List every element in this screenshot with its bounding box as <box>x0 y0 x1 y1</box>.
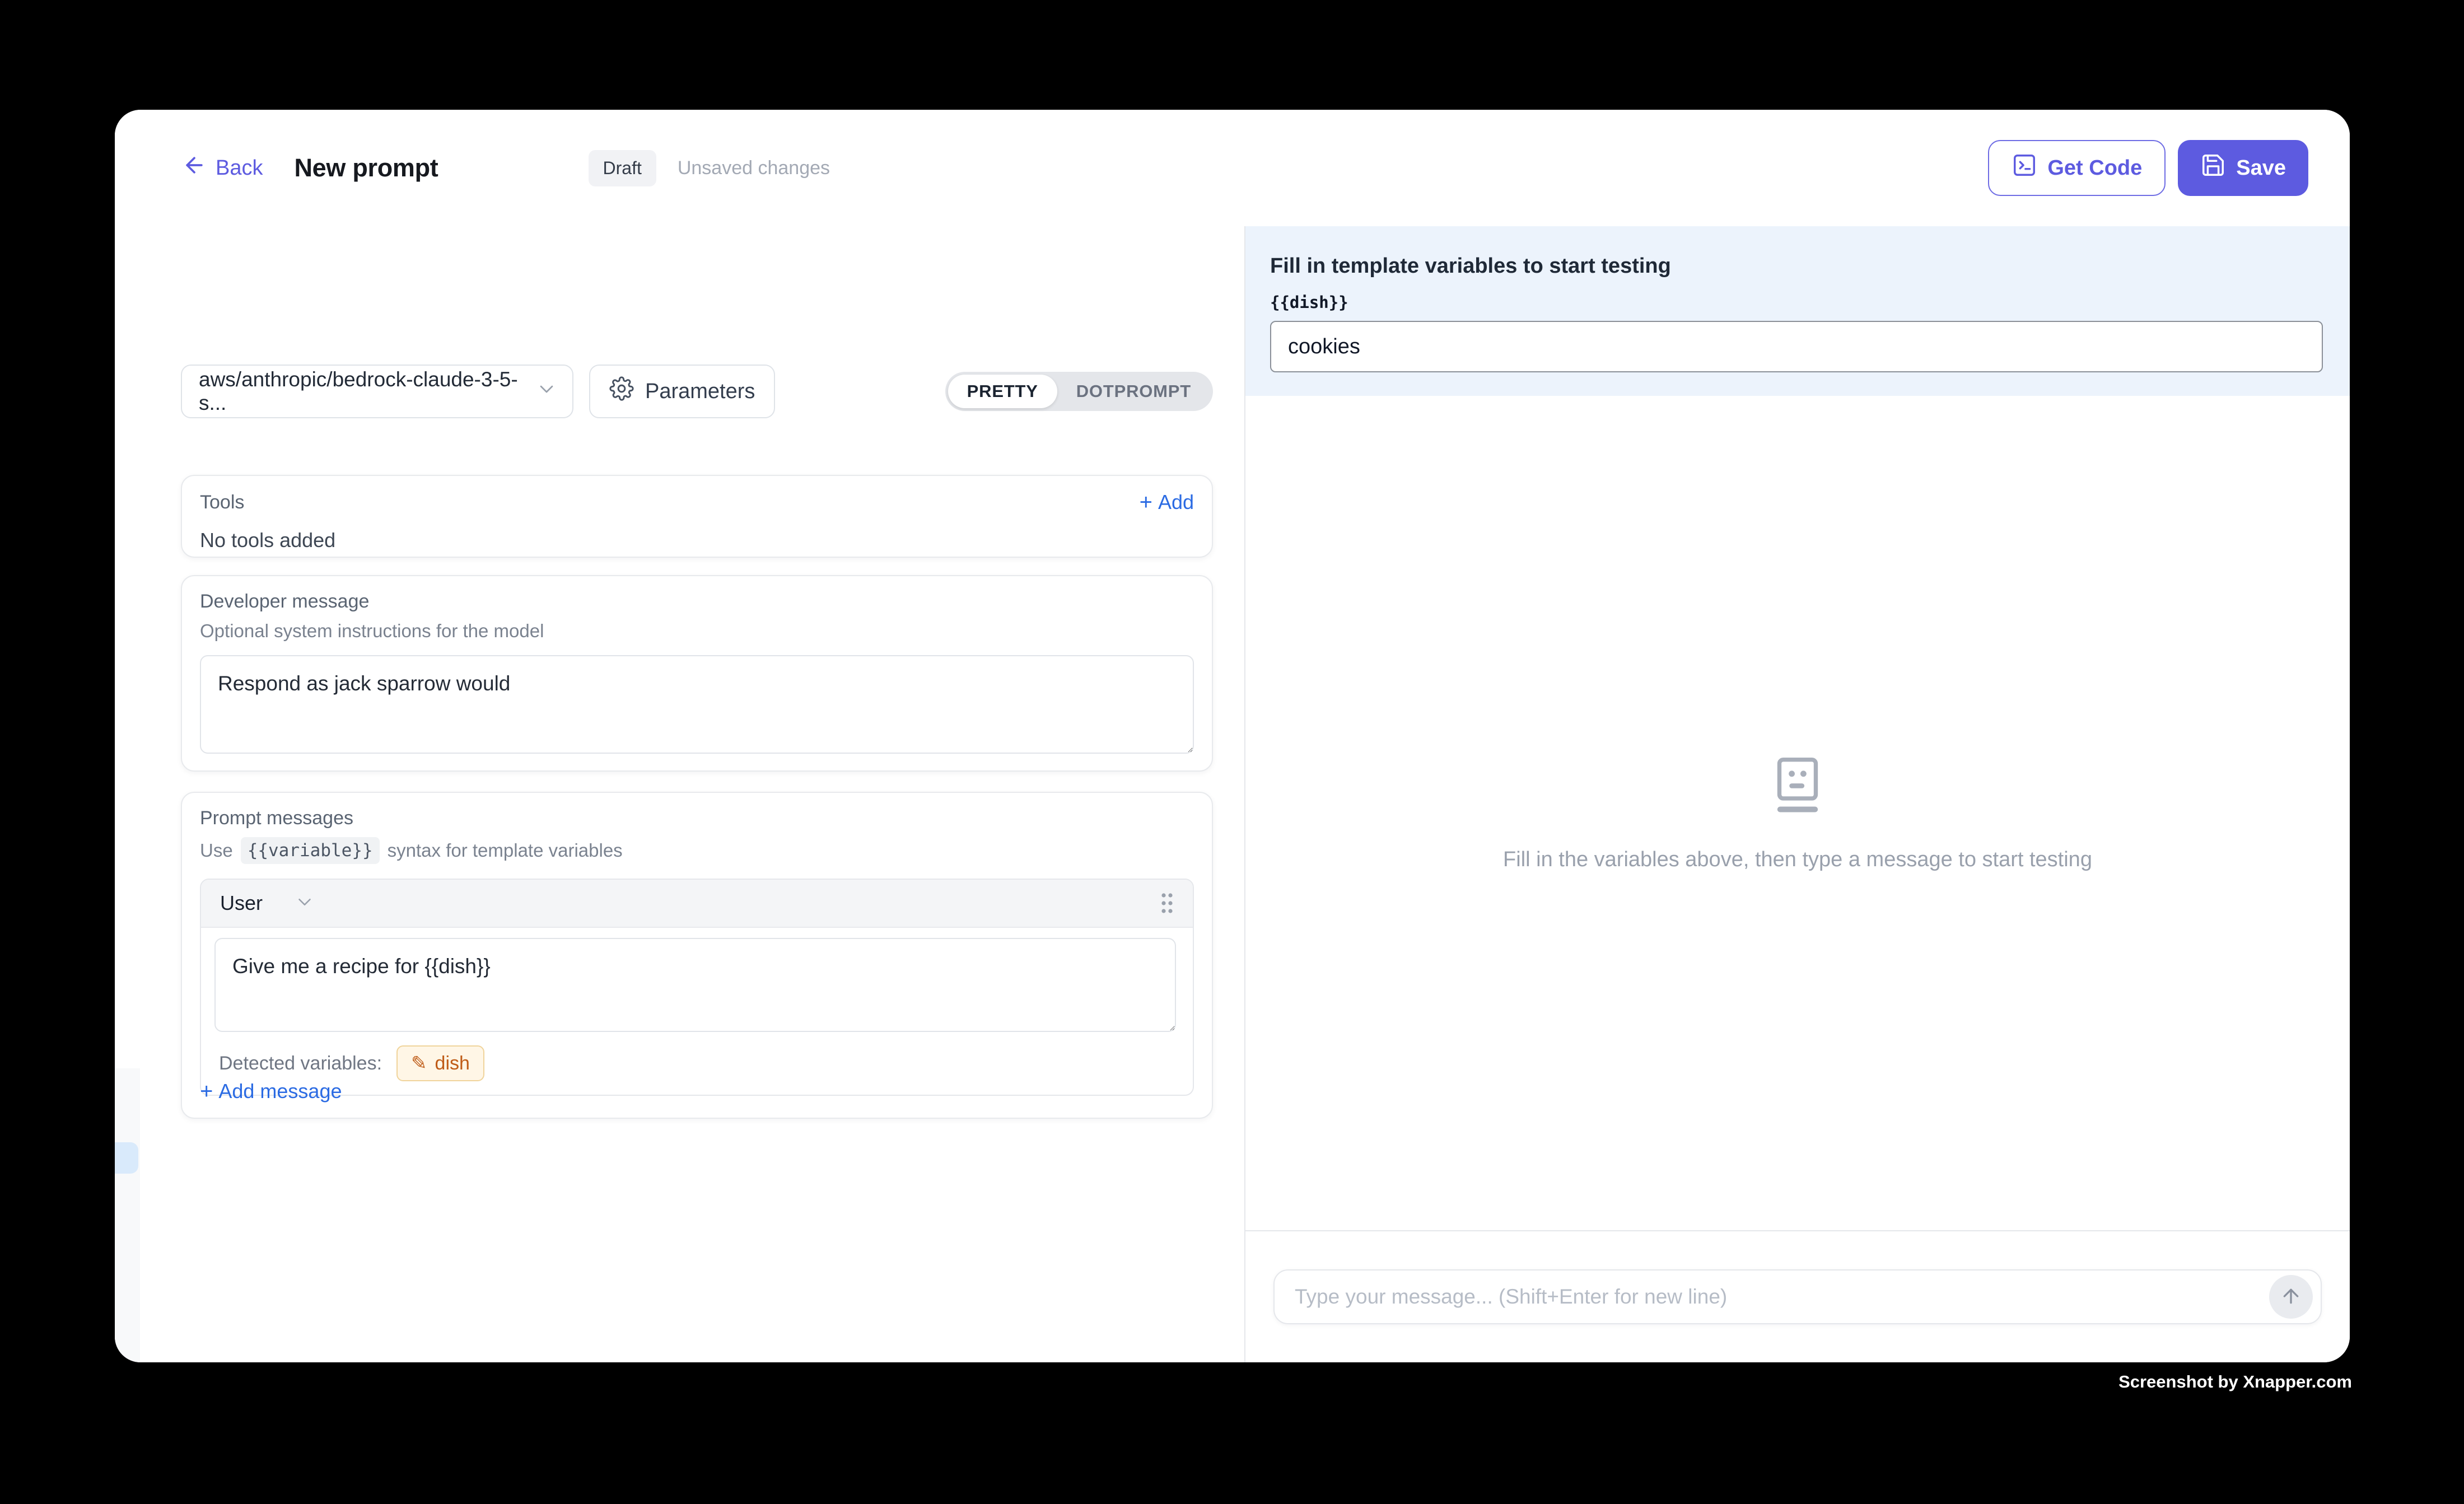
tools-empty-text: No tools added <box>200 529 1194 552</box>
unsaved-changes-text: Unsaved changes <box>678 157 830 179</box>
plus-icon: + <box>200 1080 213 1103</box>
tools-title: Tools <box>200 492 244 513</box>
back-button[interactable]: Back <box>182 153 263 183</box>
page-title: New prompt <box>294 153 438 183</box>
role-select[interactable]: User <box>220 891 315 916</box>
format-toggle: PRETTY DOTPROMPT <box>945 372 1213 411</box>
plus-icon: + <box>1140 491 1152 513</box>
model-select[interactable]: aws/anthropic/bedrock-claude-3-5-s... <box>181 365 573 418</box>
variable-badge-dish[interactable]: ✎ dish <box>396 1045 484 1081</box>
back-label: Back <box>216 156 263 180</box>
tools-card: Tools + Add No tools added <box>181 475 1213 558</box>
gear-icon <box>609 376 634 407</box>
status-badge: Draft <box>589 150 656 186</box>
save-icon <box>2200 152 2226 184</box>
developer-message-input[interactable]: Respond as jack sparrow would <box>200 655 1194 754</box>
detected-variables-row: Detected variables: ✎ dish <box>214 1045 1176 1081</box>
detected-variables-label: Detected variables: <box>219 1053 382 1075</box>
save-label: Save <box>2236 156 2286 180</box>
get-code-label: Get Code <box>2047 156 2142 180</box>
chat-message-input[interactable] <box>1275 1271 2321 1323</box>
composer <box>1273 1269 2322 1324</box>
cropped-sidebar <box>115 1068 140 1362</box>
save-button[interactable]: Save <box>2178 140 2308 196</box>
composer-bar <box>1245 1230 2350 1362</box>
header-left: Back New prompt Draft Unsaved changes <box>182 150 830 186</box>
toggle-pretty[interactable]: PRETTY <box>948 375 1057 408</box>
tools-header: Tools + Add <box>200 491 1194 514</box>
prompt-messages-subtitle: Use {{variable}} syntax for template var… <box>200 837 1194 864</box>
arrow-up-icon <box>2280 1285 2302 1309</box>
prompt-messages-title: Prompt messages <box>200 807 1194 829</box>
drag-handle-icon[interactable] <box>1157 890 1177 917</box>
parameters-button[interactable]: Parameters <box>589 365 775 418</box>
variable-badge-name: dish <box>435 1053 470 1075</box>
variable-syntax-chip: {{variable}} <box>241 837 380 864</box>
prompt-messages-card: Prompt messages Use {{variable}} syntax … <box>181 792 1213 1119</box>
app-window: Back New prompt Draft Unsaved changes Ge… <box>115 110 2350 1362</box>
editor-panel: aws/anthropic/bedrock-claude-3-5-s... Pa… <box>115 226 1244 1362</box>
chat-empty-state: Fill in the variables above, then type a… <box>1245 396 2350 1230</box>
chevron-down-icon <box>294 891 315 916</box>
cropped-sidebar-active-item <box>115 1142 138 1174</box>
header: Back New prompt Draft Unsaved changes Ge… <box>115 110 2350 226</box>
message-block: User Give me a recipe for {{dish}} <box>200 879 1194 1096</box>
chevron-down-icon <box>535 378 558 405</box>
role-select-value: User <box>220 891 263 915</box>
arrow-left-icon <box>182 153 207 183</box>
test-panel: Fill in template variables to start test… <box>1244 226 2350 1362</box>
message-header: User <box>201 880 1193 928</box>
send-button[interactable] <box>2269 1275 2313 1319</box>
message-body: Give me a recipe for {{dish}} Detected v… <box>201 928 1193 1095</box>
get-code-button[interactable]: Get Code <box>1988 140 2166 196</box>
subtitle-suffix: syntax for template variables <box>388 840 623 861</box>
screen: Back New prompt Draft Unsaved changes Ge… <box>0 0 2464 1504</box>
body: aws/anthropic/bedrock-claude-3-5-s... Pa… <box>115 226 2350 1362</box>
chat-empty-text: Fill in the variables above, then type a… <box>1503 848 2092 872</box>
bot-face-icon <box>1768 755 1827 821</box>
subtitle-prefix: Use <box>200 840 233 861</box>
add-tool-button[interactable]: + Add <box>1140 491 1194 514</box>
model-row: aws/anthropic/bedrock-claude-3-5-s... Pa… <box>181 365 1213 418</box>
developer-message-card: Developer message Optional system instru… <box>181 575 1213 772</box>
variable-value-input[interactable] <box>1270 321 2323 372</box>
variable-key-label: {{dish}} <box>1270 293 2323 312</box>
parameters-label: Parameters <box>645 380 755 404</box>
add-message-button[interactable]: + Add message <box>200 1080 342 1103</box>
toggle-dotprompt[interactable]: DOTPROMPT <box>1057 375 1210 408</box>
model-select-value: aws/anthropic/bedrock-claude-3-5-s... <box>199 368 535 415</box>
template-variables-section: Fill in template variables to start test… <box>1245 226 2350 396</box>
message-input[interactable]: Give me a recipe for {{dish}} <box>214 938 1176 1032</box>
template-variables-title: Fill in template variables to start test… <box>1270 254 2323 278</box>
pencil-icon: ✎ <box>411 1052 427 1075</box>
watermark-text: Screenshot by Xnapper.com <box>2118 1372 2352 1392</box>
terminal-icon <box>2012 152 2037 184</box>
add-tool-label: Add <box>1158 491 1194 514</box>
add-message-label: Add message <box>218 1080 342 1103</box>
developer-message-title: Developer message <box>200 591 1194 613</box>
developer-message-subtitle: Optional system instructions for the mod… <box>200 620 1194 642</box>
